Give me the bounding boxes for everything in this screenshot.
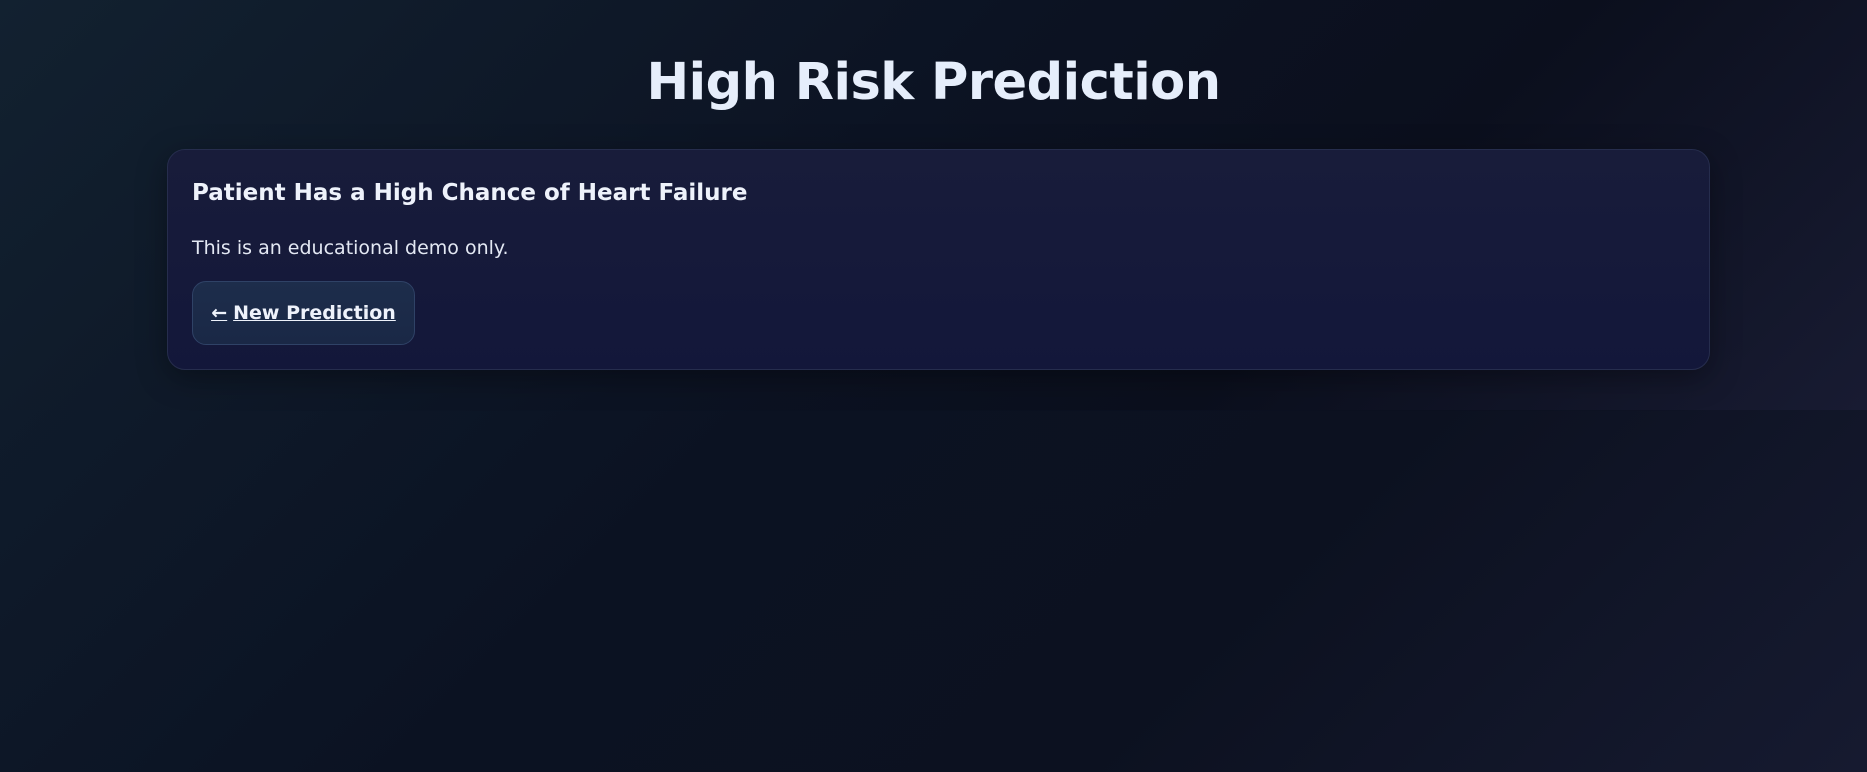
left-arrow-icon: ← bbox=[211, 302, 228, 324]
page-container: High Risk Prediction Patient Has a High … bbox=[0, 0, 1867, 410]
page-title: High Risk Prediction bbox=[646, 53, 1221, 112]
result-card: Patient Has a High Chance of Heart Failu… bbox=[167, 149, 1710, 370]
new-prediction-label: New Prediction bbox=[233, 302, 396, 324]
new-prediction-button[interactable]: ← New Prediction bbox=[192, 281, 415, 345]
disclaimer-text: This is an educational demo only. bbox=[192, 237, 509, 259]
result-heading: Patient Has a High Chance of Heart Failu… bbox=[192, 180, 748, 206]
